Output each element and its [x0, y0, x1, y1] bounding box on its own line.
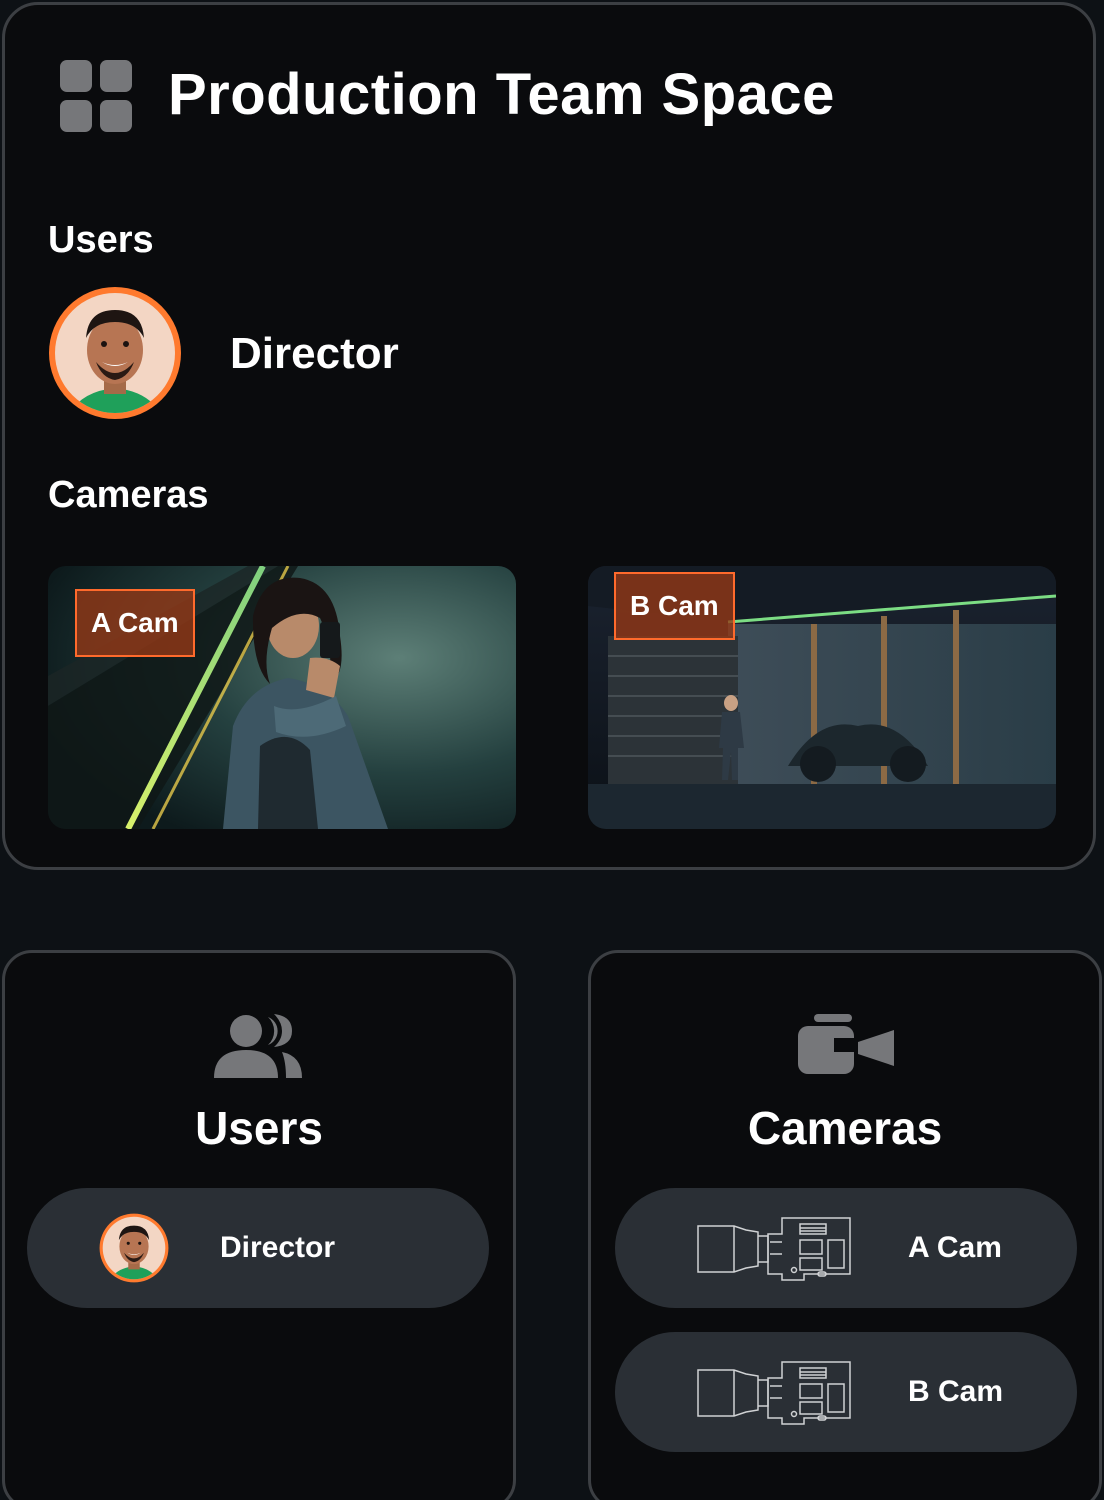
cinema-camera-icon	[694, 1358, 856, 1428]
director-small-avatar	[98, 1212, 170, 1284]
grid-icon	[58, 58, 134, 134]
b-cam-preview[interactable]: B Cam	[588, 566, 1056, 829]
a-cam-preview[interactable]: A Cam	[48, 566, 516, 829]
b-cam-tag: B Cam	[614, 572, 735, 640]
users-section-label: Users	[48, 219, 154, 261]
a-cam-tag: A Cam	[75, 589, 195, 657]
video-camera-icon	[796, 1012, 896, 1076]
b-cam-pill-label: B Cam	[908, 1375, 1004, 1408]
cameras-panel-title: Cameras	[747, 1102, 943, 1154]
cameras-section-label: Cameras	[48, 474, 209, 516]
a-cam-pill-label: A Cam	[908, 1231, 1002, 1264]
app-root: Production Team Space Users Director Cam…	[0, 0, 1104, 1500]
director-avatar[interactable]	[46, 284, 184, 422]
users-panel-title: Users	[195, 1102, 323, 1154]
users-icon	[212, 1014, 304, 1080]
space-title: Production Team Space	[168, 62, 835, 127]
director-name: Director	[230, 329, 399, 378]
cinema-camera-icon	[694, 1214, 856, 1284]
director-pill-label: Director	[220, 1231, 336, 1264]
